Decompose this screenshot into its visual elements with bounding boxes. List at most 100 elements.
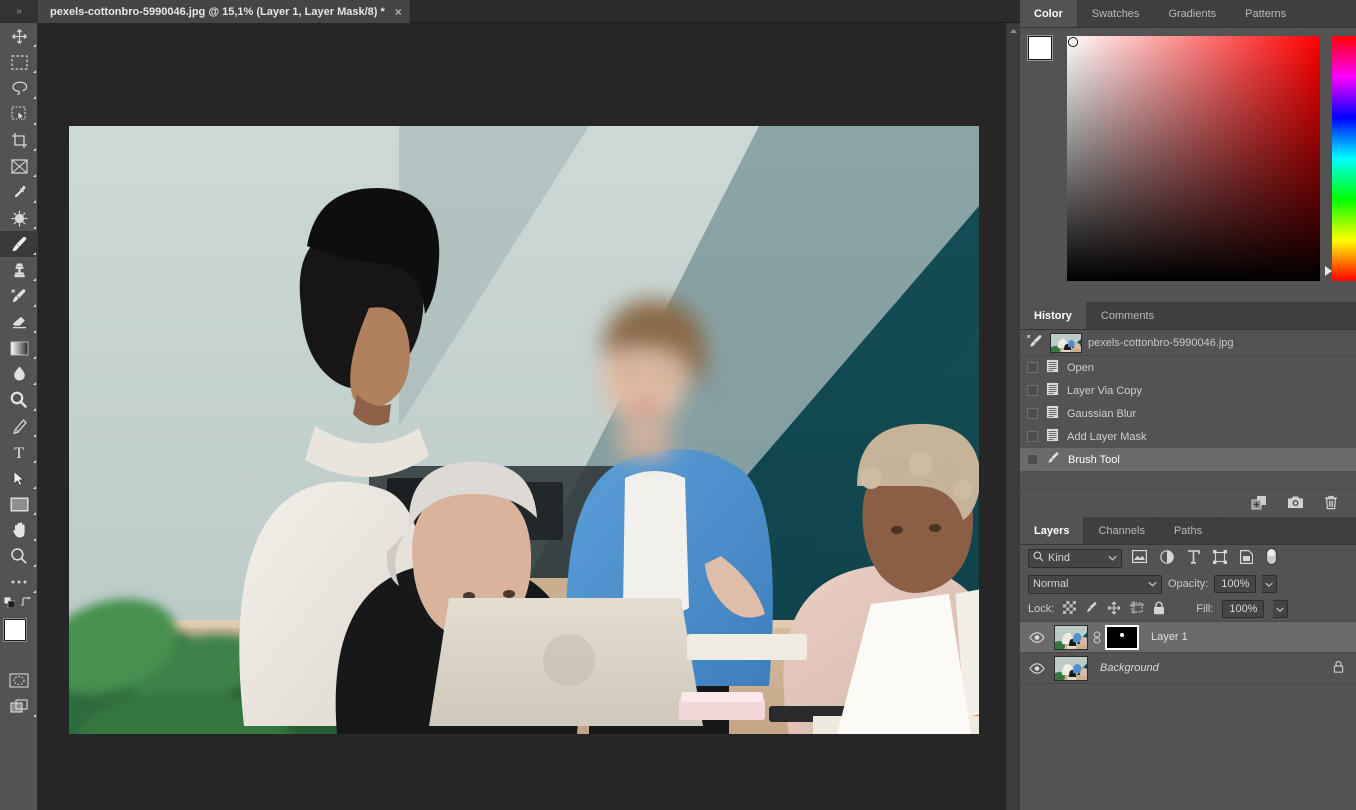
fill-stepper-icon[interactable]	[1273, 600, 1289, 618]
object-selection-tool[interactable]	[0, 101, 38, 127]
layer-name[interactable]: Background	[1100, 662, 1159, 674]
image-canvas[interactable]	[69, 126, 979, 734]
history-snapshot-toggle[interactable]	[1027, 431, 1038, 442]
layer-mask-link-icon[interactable]	[1092, 630, 1101, 644]
history-state-open[interactable]: Open	[1020, 356, 1356, 379]
tab-patterns[interactable]: Patterns	[1231, 0, 1302, 27]
chevron-down-icon[interactable]	[1148, 578, 1157, 590]
filter-kind-select[interactable]: Kind	[1028, 548, 1122, 568]
lock-transparent-pixels-icon[interactable]	[1063, 601, 1077, 617]
tab-comments[interactable]: Comments	[1086, 302, 1170, 329]
lock-position-icon[interactable]	[1107, 601, 1121, 618]
foreground-background-color-swatches[interactable]	[0, 615, 38, 667]
canvas-area[interactable]	[38, 23, 1010, 810]
color-panel-foreground-swatch[interactable]	[1028, 36, 1052, 60]
eye-icon[interactable]	[1024, 631, 1050, 643]
fill-value[interactable]: 100%	[1222, 600, 1265, 618]
filter-type-icon[interactable]	[1187, 549, 1200, 567]
layer-locked-icon	[1333, 660, 1344, 676]
quick-mask-mode-icon[interactable]	[0, 667, 38, 693]
pen-tool[interactable]	[0, 413, 38, 439]
blur-tool[interactable]	[0, 361, 38, 387]
new-document-from-state-icon[interactable]	[1251, 495, 1267, 513]
eraser-tool[interactable]	[0, 309, 38, 335]
color-field[interactable]	[1067, 36, 1320, 281]
new-snapshot-icon[interactable]	[1287, 495, 1304, 512]
history-snapshot-toggle[interactable]	[1027, 385, 1038, 396]
close-icon[interactable]: ×	[395, 6, 402, 18]
zoom-tool[interactable]	[0, 543, 38, 569]
chevron-down-icon[interactable]	[1108, 552, 1117, 564]
layer-mask-painted-area	[1120, 632, 1124, 637]
tab-history[interactable]: History	[1020, 302, 1087, 329]
history-state-brush-tool[interactable]: Brush Tool	[1020, 448, 1356, 471]
tab-color[interactable]: Color	[1020, 0, 1078, 27]
lock-artboard-nesting-icon[interactable]	[1130, 601, 1145, 617]
layer-filter-toggle[interactable]	[1266, 548, 1277, 568]
history-snapshot-toggle[interactable]	[1027, 454, 1038, 465]
layer-name[interactable]: Layer 1	[1151, 631, 1188, 643]
edit-toolbar-tool[interactable]	[0, 569, 38, 595]
tab-swatches[interactable]: Swatches	[1077, 0, 1155, 27]
hand-tool[interactable]	[0, 517, 38, 543]
history-snapshot-toggle[interactable]	[1027, 408, 1038, 419]
blend-mode-value: Normal	[1033, 578, 1069, 590]
history-panel-tabs: History Comments	[1020, 302, 1356, 330]
lasso-tool[interactable]	[0, 75, 38, 101]
tool-overflow-indicator[interactable]: »	[0, 0, 38, 23]
history-panel: pexels-cottonbro-5990046.jpg Open Layer …	[1020, 330, 1356, 517]
path-selection-tool[interactable]	[0, 465, 38, 491]
move-tool[interactable]	[0, 23, 38, 49]
frame-tool[interactable]	[0, 153, 38, 179]
layer-thumbnail[interactable]	[1054, 624, 1088, 650]
history-snapshot-toggle[interactable]	[1027, 362, 1038, 373]
layer-mask-thumbnail[interactable]	[1105, 624, 1139, 650]
document-tab[interactable]: pexels-cottonbro-5990046.jpg @ 15,1% (La…	[38, 0, 411, 23]
layers-panel: Kind Normal Opacity: 100% Lock: Fill: 10…	[1020, 545, 1356, 684]
filter-smart-object-icon[interactable]	[1240, 549, 1254, 567]
filter-shape-icon[interactable]	[1213, 549, 1227, 567]
default-colors-icon[interactable]	[3, 596, 16, 609]
history-snapshot-row[interactable]: pexels-cottonbro-5990046.jpg	[1020, 330, 1356, 356]
layer-row[interactable]: Background	[1020, 653, 1356, 684]
opacity-value[interactable]: 100%	[1214, 575, 1257, 593]
history-state-add-layer-mask[interactable]: Add Layer Mask	[1020, 425, 1356, 448]
rectangle-tool[interactable]	[0, 491, 38, 517]
dodge-tool[interactable]	[0, 387, 38, 413]
spot-healing-brush-tool[interactable]	[0, 205, 38, 231]
lock-image-pixels-icon[interactable]	[1085, 601, 1098, 617]
foreground-color-swatch[interactable]	[4, 619, 26, 641]
opacity-stepper-icon[interactable]	[1262, 575, 1278, 593]
layer-row[interactable]: Layer 1	[1020, 622, 1356, 653]
crop-tool[interactable]	[0, 127, 38, 153]
horizontal-type-tool[interactable]: T	[0, 439, 38, 465]
tab-layers[interactable]: Layers	[1020, 517, 1085, 544]
clone-stamp-tool[interactable]	[0, 257, 38, 283]
filter-pixel-icon[interactable]	[1132, 550, 1148, 566]
history-brush-source-icon[interactable]	[1026, 333, 1044, 352]
tab-paths[interactable]: Paths	[1159, 517, 1218, 544]
history-state-layer-via-copy[interactable]: Layer Via Copy	[1020, 379, 1356, 402]
eye-icon[interactable]	[1024, 662, 1050, 674]
scroll-up-arrow-icon[interactable]	[1006, 25, 1021, 37]
hue-slider[interactable]	[1332, 36, 1356, 281]
lock-all-icon[interactable]	[1153, 601, 1165, 618]
tab-gradients[interactable]: Gradients	[1154, 0, 1232, 27]
filter-adjustment-icon[interactable]	[1160, 549, 1174, 567]
delete-state-icon[interactable]	[1324, 495, 1338, 513]
screen-mode-icon[interactable]	[0, 693, 38, 719]
history-state-gaussian-blur[interactable]: Gaussian Blur	[1020, 402, 1356, 425]
gradient-tool[interactable]	[0, 335, 38, 361]
history-brush-tool[interactable]	[0, 283, 38, 309]
eyedropper-tool[interactable]	[0, 179, 38, 205]
rectangular-marquee-tool[interactable]	[0, 49, 38, 75]
photoshop-window: T » pexels-cottonbro-5990046.jpg @ 15,1%…	[0, 0, 1356, 810]
blend-mode-select[interactable]: Normal	[1028, 574, 1162, 594]
tab-channels[interactable]: Channels	[1084, 517, 1160, 544]
filter-kind-label: Kind	[1048, 552, 1071, 564]
layer-thumbnail[interactable]	[1054, 655, 1088, 681]
vertical-scrollbar[interactable]	[1005, 23, 1020, 810]
history-state-label: Open	[1067, 361, 1094, 374]
swap-colors-icon[interactable]	[21, 596, 33, 610]
brush-tool[interactable]	[0, 231, 38, 257]
